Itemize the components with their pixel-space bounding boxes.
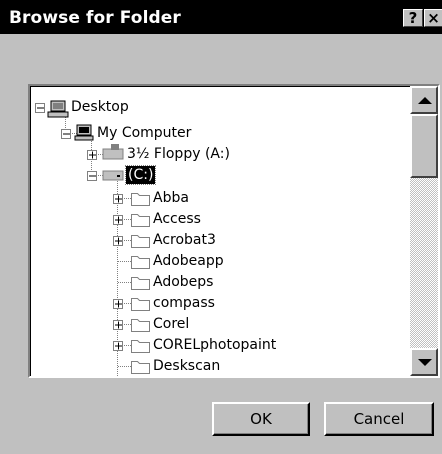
tree-item-label: Adobeps bbox=[153, 274, 214, 290]
vertical-scrollbar[interactable] bbox=[410, 86, 438, 376]
title-bar[interactable]: Browse for Folder ? × bbox=[0, 0, 442, 34]
arrow-down-icon bbox=[418, 359, 432, 366]
computer-icon bbox=[74, 124, 94, 141]
tree-item-label: Adobeapp bbox=[153, 253, 224, 269]
tree-item-label: 3½ Floppy (A:) bbox=[127, 146, 230, 162]
desktop-icon bbox=[47, 100, 69, 118]
tree-item-label: Deskscan bbox=[153, 358, 221, 374]
browse-for-folder-dialog: Browse for Folder ? × Desktop My Compute… bbox=[0, 0, 442, 454]
ok-button[interactable]: OK bbox=[212, 402, 310, 436]
scroll-thumb[interactable] bbox=[410, 114, 438, 178]
tree-item-label: Abba bbox=[153, 190, 189, 206]
help-button[interactable]: ? bbox=[403, 9, 423, 27]
close-button[interactable]: × bbox=[424, 9, 442, 27]
folder-tree-content: Desktop My Computer 3½ Floppy (A:) (C:) … bbox=[30, 86, 410, 376]
tree-item-label-selected: (C:) bbox=[124, 165, 157, 185]
dialog-title: Browse for Folder bbox=[9, 8, 181, 28]
tree-item-label: Acrobat3 bbox=[153, 232, 216, 248]
tree-item-label: Desktop bbox=[71, 99, 129, 115]
tree-item-label: Access bbox=[153, 211, 201, 227]
cancel-button[interactable]: Cancel bbox=[324, 402, 434, 436]
tree-lines bbox=[35, 100, 150, 376]
tree-item-label: My Computer bbox=[97, 125, 192, 141]
floppy-drive-icon bbox=[102, 144, 124, 160]
tree-item-label: Corel bbox=[153, 316, 190, 332]
folder-tree-view[interactable]: Desktop My Computer 3½ Floppy (A:) (C:) … bbox=[28, 84, 440, 378]
scroll-up-button[interactable] bbox=[410, 86, 438, 114]
tree-item-label: CORELphotopaint bbox=[153, 337, 277, 353]
scroll-down-button[interactable] bbox=[410, 348, 438, 376]
hard-drive-icon bbox=[102, 170, 124, 181]
arrow-up-icon bbox=[418, 97, 432, 104]
tree-item-label: compass bbox=[153, 295, 215, 311]
